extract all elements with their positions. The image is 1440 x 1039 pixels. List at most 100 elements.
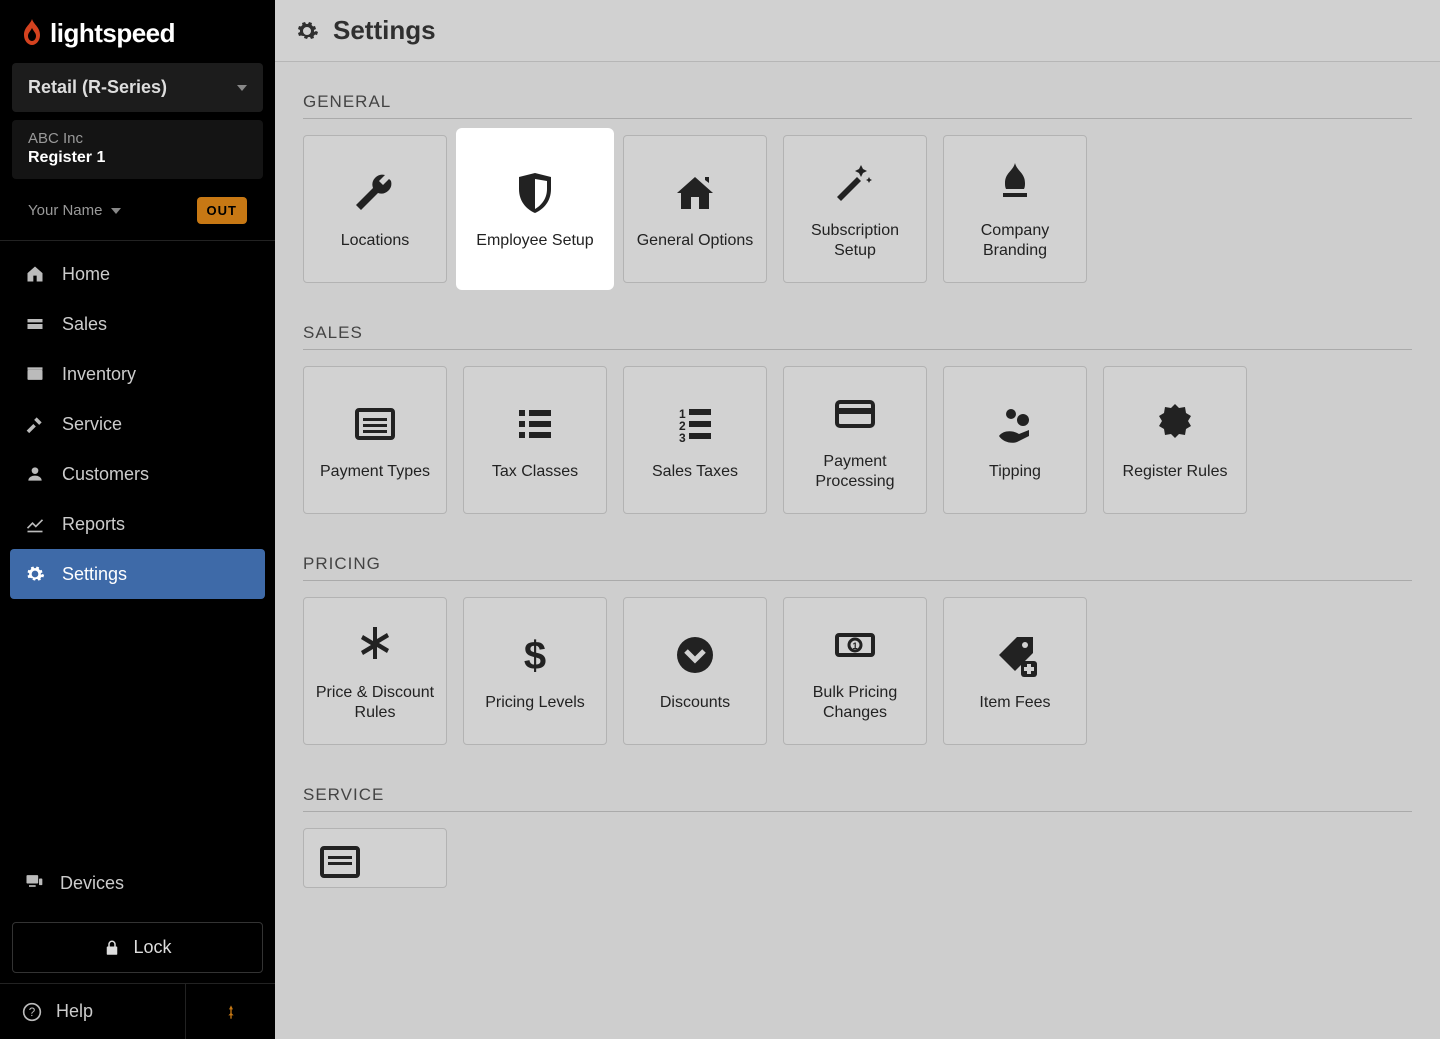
brand-logo: lightspeed <box>0 0 275 63</box>
section-service-title: SERVICE <box>303 785 1412 812</box>
nav-label: Settings <box>62 564 127 585</box>
nav: Home Sales Inventory Service Customers R… <box>0 240 275 855</box>
nav-label: Service <box>62 414 122 435</box>
tile-general-options[interactable]: General Options <box>623 135 767 283</box>
tile-tax-classes[interactable]: Tax Classes <box>463 366 607 514</box>
product-selector-label: Retail (R-Series) <box>28 77 167 98</box>
lock-label: Lock <box>133 937 171 958</box>
nav-home[interactable]: Home <box>10 249 265 299</box>
flame-icon <box>20 19 44 49</box>
lock-button[interactable]: Lock <box>12 922 263 973</box>
tile-label: General Options <box>637 231 754 251</box>
devices-label: Devices <box>60 873 124 894</box>
shield-icon <box>509 167 561 219</box>
house-icon <box>669 167 721 219</box>
numlist-icon: 123 <box>669 398 721 450</box>
company-name: ABC Inc <box>28 130 247 147</box>
nav-sales[interactable]: Sales <box>10 299 265 349</box>
tile-label: Payment Processing <box>794 452 916 492</box>
tile-pricing-levels[interactable]: $ Pricing Levels <box>463 597 607 745</box>
section-service-tiles <box>303 828 1412 888</box>
nav-label: Inventory <box>62 364 136 385</box>
tile-label: Sales Taxes <box>652 462 738 482</box>
tile-sales-taxes[interactable]: 123 Sales Taxes <box>623 366 767 514</box>
seal-icon <box>1149 398 1201 450</box>
gear-icon <box>24 563 46 585</box>
nav-customers[interactable]: Customers <box>10 449 265 499</box>
company-register-block[interactable]: ABC Inc Register 1 <box>12 120 263 179</box>
tile-label: Tax Classes <box>492 462 578 482</box>
gear-icon <box>295 19 319 43</box>
list-card-icon <box>349 398 401 450</box>
tile-employee-setup[interactable]: Employee Setup <box>463 135 607 283</box>
nav-label: Reports <box>62 514 125 535</box>
asterisk-icon <box>349 619 401 671</box>
tile-label: Locations <box>341 231 410 251</box>
tile-item-fees[interactable]: Item Fees <box>943 597 1087 745</box>
lock-icon <box>103 939 121 957</box>
section-pricing-title: PRICING <box>303 554 1412 581</box>
tile-bulk-pricing[interactable]: 1 Bulk Pricing Changes <box>783 597 927 745</box>
user-icon <box>24 463 46 485</box>
tile-payment-processing[interactable]: Payment Processing <box>783 366 927 514</box>
tile-label: Register Rules <box>1123 462 1228 482</box>
user-menu[interactable]: Your Name <box>28 202 121 219</box>
user-name: Your Name <box>28 202 103 219</box>
main-content: Settings GENERAL Locations Employee Setu… <box>275 0 1440 1039</box>
nav-inventory[interactable]: Inventory <box>10 349 265 399</box>
pin-button[interactable] <box>185 984 275 1039</box>
chevron-down-icon <box>237 85 247 91</box>
tile-label: Discounts <box>660 693 730 713</box>
home-icon <box>24 263 46 285</box>
nav-devices[interactable]: Devices <box>0 855 275 912</box>
lines-icon <box>509 398 561 450</box>
tile-tipping[interactable]: Tipping <box>943 366 1087 514</box>
money-icon: 1 <box>829 619 881 671</box>
hammer-icon <box>24 413 46 435</box>
tile-subscription-setup[interactable]: Subscription Setup <box>783 135 927 283</box>
tile-label: Payment Types <box>320 462 430 482</box>
devices-icon <box>24 871 44 896</box>
list-card-icon <box>314 847 366 877</box>
svg-text:$: $ <box>524 634 546 678</box>
nav-reports[interactable]: Reports <box>10 499 265 549</box>
section-pricing-tiles: Price & Discount Rules $ Pricing Levels … <box>303 597 1412 745</box>
sidebar-bottom: Devices Lock ? Help <box>0 855 275 1039</box>
section-sales-tiles: Payment Types Tax Classes 123 Sales Taxe… <box>303 366 1412 514</box>
pin-icon <box>223 1002 239 1022</box>
help-label: Help <box>56 1001 93 1022</box>
nav-settings[interactable]: Settings <box>10 549 265 599</box>
dollar-icon: $ <box>509 629 561 681</box>
tile-label: Company Branding <box>954 221 1076 261</box>
tile-discounts[interactable]: Discounts <box>623 597 767 745</box>
help-button[interactable]: ? Help <box>0 984 185 1039</box>
clock-status-badge[interactable]: OUT <box>197 197 247 224</box>
tile-payment-types[interactable]: Payment Types <box>303 366 447 514</box>
section-general-title: GENERAL <box>303 92 1412 119</box>
flame2-icon <box>989 157 1041 209</box>
section-sales-title: SALES <box>303 323 1412 350</box>
nav-label: Customers <box>62 464 149 485</box>
nav-label: Sales <box>62 314 107 335</box>
svg-text:?: ? <box>29 1006 36 1019</box>
tile-locations[interactable]: Locations <box>303 135 447 283</box>
tile-company-branding[interactable]: Company Branding <box>943 135 1087 283</box>
tile-register-rules[interactable]: Register Rules <box>1103 366 1247 514</box>
brand-name: lightspeed <box>50 18 175 49</box>
wand-icon <box>829 157 881 209</box>
section-general-tiles: Locations Employee Setup General Options… <box>303 135 1412 283</box>
help-icon: ? <box>22 1002 42 1022</box>
svg-text:3: 3 <box>679 431 686 445</box>
tip-icon <box>989 398 1041 450</box>
tile-label: Price & Discount Rules <box>314 683 436 723</box>
product-selector[interactable]: Retail (R-Series) <box>12 63 263 112</box>
tile-service-item[interactable] <box>303 828 447 888</box>
nav-label: Home <box>62 264 110 285</box>
nav-service[interactable]: Service <box>10 399 265 449</box>
tile-label: Pricing Levels <box>485 693 585 713</box>
tile-price-discount-rules[interactable]: Price & Discount Rules <box>303 597 447 745</box>
tile-label: Item Fees <box>979 693 1050 713</box>
tag-icon <box>24 313 46 335</box>
sidebar: lightspeed Retail (R-Series) ABC Inc Reg… <box>0 0 275 1039</box>
chevron-down-icon <box>111 208 121 214</box>
